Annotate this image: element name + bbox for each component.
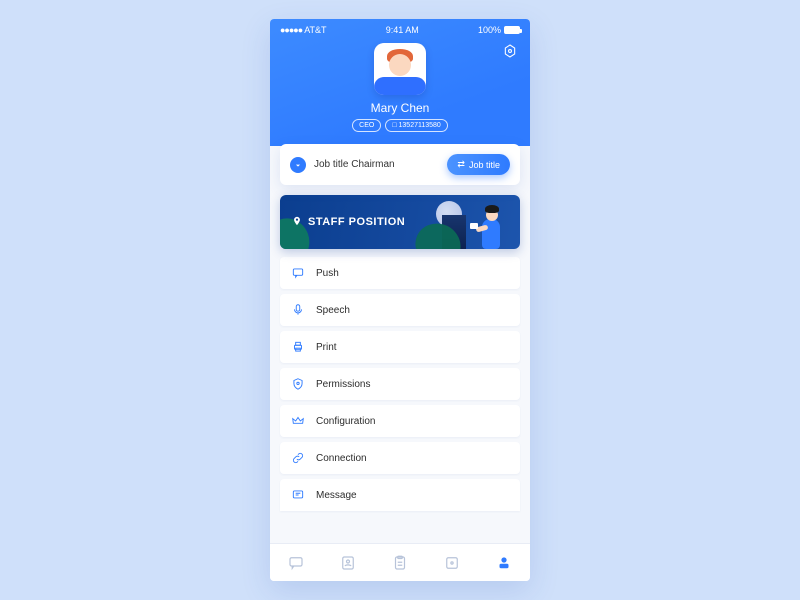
menu-item-speech[interactable]: Speech [280,294,520,326]
location-pin-icon [292,216,302,229]
menu-item-label: Connection [316,453,367,464]
tab-bar [270,543,530,581]
menu-item-label: Print [316,342,337,353]
microphone-icon [290,302,306,318]
phone-badge: □ 13527113580 [385,119,447,132]
menu-item-label: Speech [316,305,350,316]
profile-block: Mary Chen CEO □ 13527113580 [270,37,530,146]
tab-tasks[interactable] [389,552,411,574]
tab-contacts[interactable] [337,552,359,574]
menu-item-label: Push [316,268,339,279]
menu-item-push[interactable]: Push [280,257,520,289]
job-title-button[interactable]: ⇄ Job title [447,154,510,175]
printer-icon [290,339,306,355]
status-bar: ●●●●● AT&T 9:41 AM 100% [270,25,530,37]
role-badge: CEO [352,119,381,132]
job-title-card: Job title Chairman ⇄ Job title [280,144,520,185]
staff-position-banner[interactable]: STAFF POSITION [280,195,520,249]
settings-icon[interactable] [502,43,518,59]
link-icon [290,450,306,466]
job-title-label: Job title Chairman [314,159,439,170]
menu-item-print[interactable]: Print [280,331,520,363]
tab-chat[interactable] [285,552,307,574]
shield-icon [290,376,306,392]
arrow-down-circle-icon [290,157,306,173]
status-carrier: ●●●●● AT&T [280,25,327,35]
menu-item-label: Configuration [316,416,375,427]
settings-menu: Push Speech Print Permissions Configurat… [270,257,530,543]
tab-profile[interactable] [493,552,515,574]
status-battery: 100% [478,25,520,35]
menu-item-label: Permissions [316,379,370,390]
swap-icon: ⇄ [457,159,465,170]
banner-title: STAFF POSITION [308,216,405,228]
job-title-button-label: Job title [469,160,500,170]
menu-item-configuration[interactable]: Configuration [280,405,520,437]
user-name: Mary Chen [270,101,530,115]
menu-item-permissions[interactable]: Permissions [280,368,520,400]
phone-frame: ●●●●● AT&T 9:41 AM 100% Mary Chen CEO □ … [270,19,530,581]
menu-item-label: Message [316,490,357,501]
menu-item-connection[interactable]: Connection [280,442,520,474]
menu-item-message[interactable]: Message [280,479,520,511]
chat-icon [290,265,306,281]
status-time: 9:41 AM [386,25,419,35]
person-illustration [472,195,512,249]
crown-icon [290,413,306,429]
message-icon [290,487,306,503]
header: ●●●●● AT&T 9:41 AM 100% Mary Chen CEO □ … [270,19,530,146]
avatar[interactable] [374,43,426,95]
tab-apps[interactable] [441,552,463,574]
